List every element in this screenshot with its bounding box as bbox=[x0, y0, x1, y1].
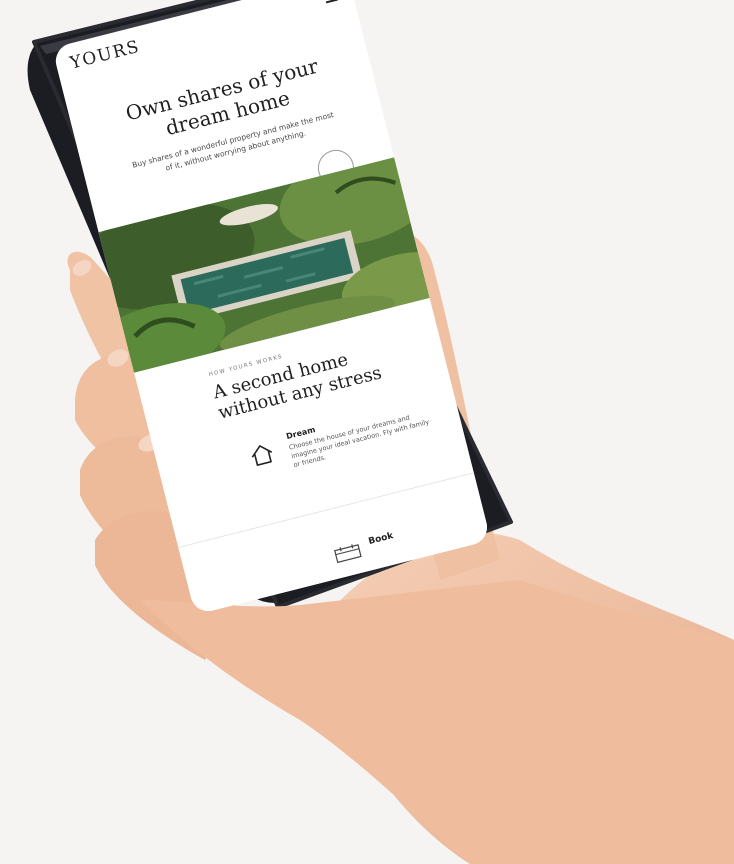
yours-logo[interactable]: YOURS bbox=[68, 37, 142, 74]
hamburger-menu-icon[interactable] bbox=[324, 0, 338, 4]
section-title: A second home without any stress bbox=[210, 349, 384, 424]
house-icon bbox=[251, 445, 273, 466]
book-button[interactable]: Book bbox=[367, 531, 394, 547]
hand-lower bbox=[140, 580, 734, 864]
calendar-icon bbox=[334, 544, 362, 564]
feature-description: Choose the house of your dreams and imag… bbox=[288, 413, 431, 470]
